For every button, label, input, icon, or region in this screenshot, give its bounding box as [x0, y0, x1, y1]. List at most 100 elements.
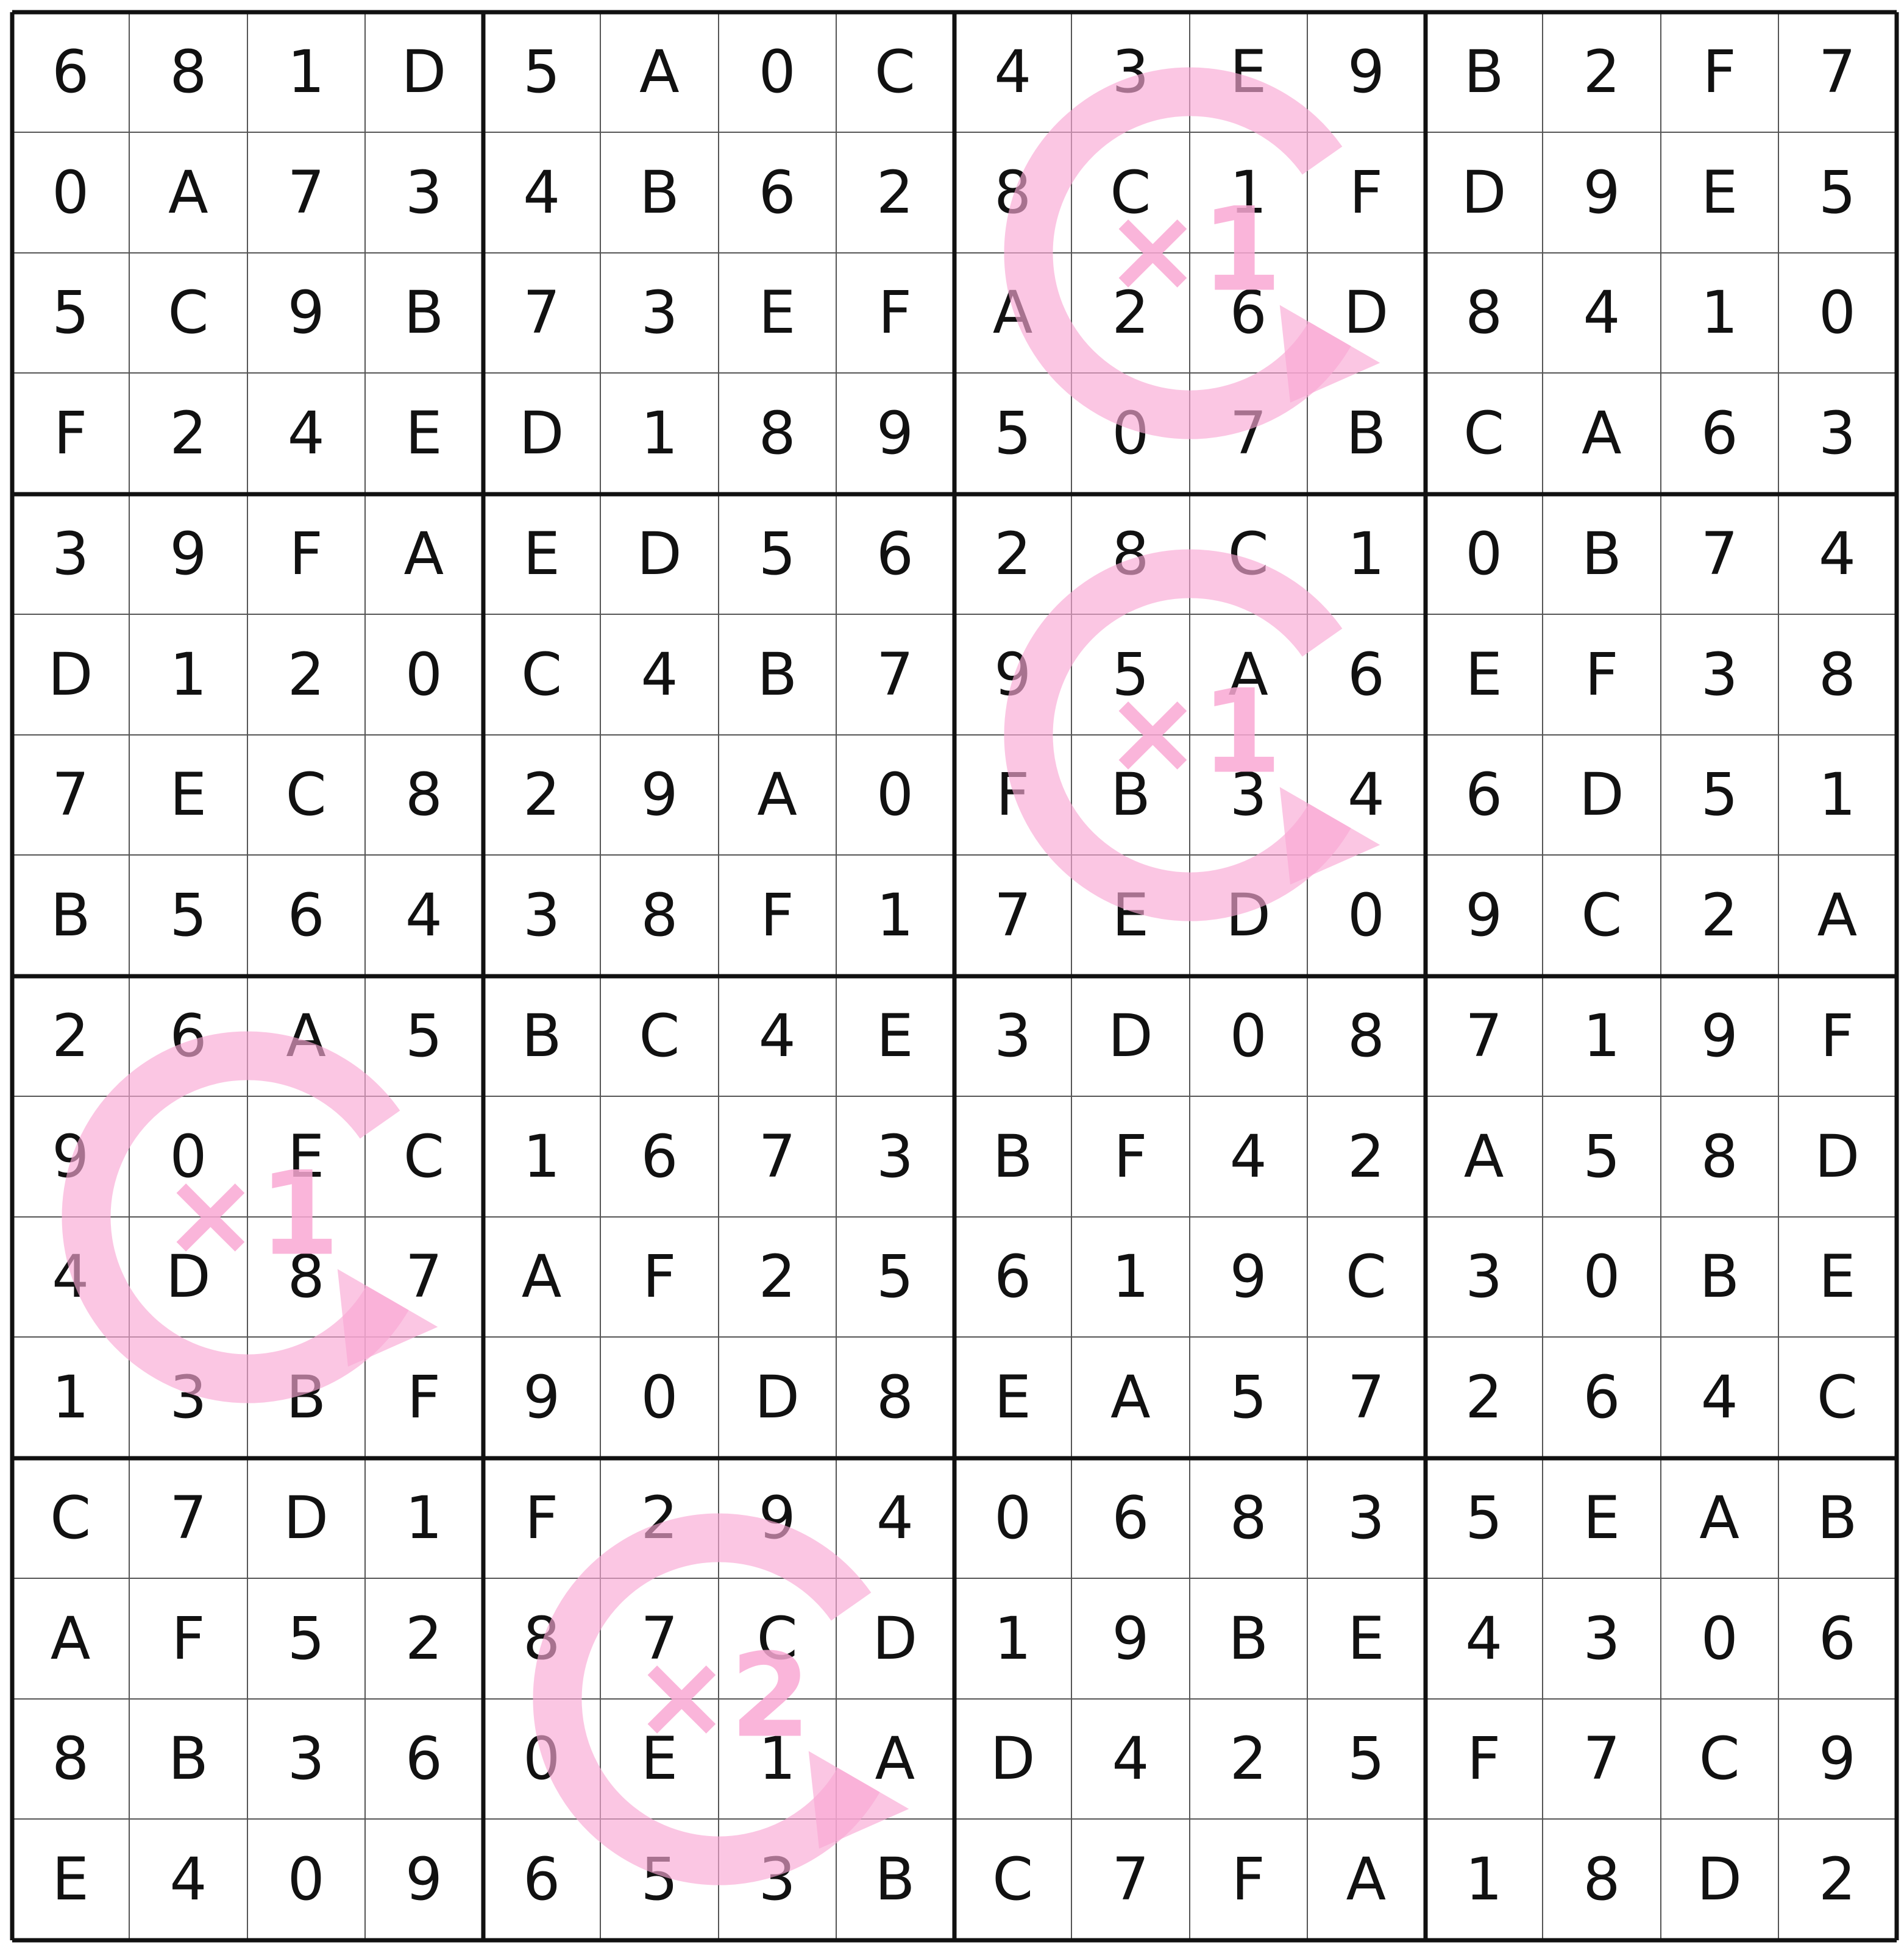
grid-cell[interactable]: 6: [601, 1096, 719, 1218]
grid-cell[interactable]: 6: [719, 132, 837, 254]
grid-cell[interactable]: C: [719, 1578, 837, 1700]
grid-cell[interactable]: 1: [483, 1096, 602, 1218]
grid-cell[interactable]: 6: [130, 976, 248, 1097]
grid-cell[interactable]: B: [719, 614, 837, 736]
grid-cell[interactable]: 9: [1778, 1699, 1897, 1820]
grid-cell[interactable]: 1: [365, 1458, 483, 1579]
grid-cell[interactable]: F: [836, 253, 954, 374]
grid-cell[interactable]: D: [1072, 976, 1190, 1097]
grid-cell[interactable]: B: [1307, 374, 1426, 494]
grid-cell[interactable]: D: [1778, 1096, 1897, 1218]
grid-cell[interactable]: 9: [954, 614, 1073, 736]
grid-cell[interactable]: A: [1190, 614, 1308, 736]
grid-cell[interactable]: A: [1778, 856, 1897, 976]
grid-cell[interactable]: 9: [719, 1458, 837, 1579]
grid-cell[interactable]: 6: [12, 12, 130, 133]
grid-cell[interactable]: 2: [836, 132, 954, 254]
grid-cell[interactable]: 3: [601, 253, 719, 374]
grid-cell[interactable]: F: [1661, 12, 1779, 133]
grid-cell[interactable]: 7: [1307, 1338, 1426, 1458]
grid-cell[interactable]: D: [601, 494, 719, 615]
grid-cell[interactable]: 5: [1190, 1338, 1308, 1458]
grid-cell[interactable]: 5: [1543, 1096, 1661, 1218]
grid-cell[interactable]: D: [483, 374, 602, 494]
grid-cell[interactable]: 0: [1778, 253, 1897, 374]
grid-cell[interactable]: 3: [483, 856, 602, 976]
grid-cell[interactable]: 1: [1661, 253, 1779, 374]
grid-cell[interactable]: B: [247, 1338, 366, 1458]
grid-cell[interactable]: A: [12, 1578, 130, 1700]
grid-cell[interactable]: D: [365, 12, 483, 133]
grid-cell[interactable]: 8: [719, 374, 837, 494]
grid-cell[interactable]: 8: [836, 1338, 954, 1458]
grid-cell[interactable]: 7: [1543, 1699, 1661, 1820]
grid-cell[interactable]: 9: [601, 735, 719, 856]
grid-cell[interactable]: 2: [1543, 12, 1661, 133]
grid-cell[interactable]: 9: [12, 1096, 130, 1218]
grid-cell[interactable]: 8: [1661, 1096, 1779, 1218]
grid-cell[interactable]: 2: [719, 1217, 837, 1338]
grid-cell[interactable]: 5: [1072, 614, 1190, 736]
grid-cell[interactable]: 2: [1072, 253, 1190, 374]
grid-cell[interactable]: 9: [247, 253, 366, 374]
grid-cell[interactable]: 9: [130, 494, 248, 615]
grid-cell[interactable]: F: [1072, 1096, 1190, 1218]
grid-cell[interactable]: D: [1190, 856, 1308, 976]
grid-cell[interactable]: 7: [247, 132, 366, 254]
grid-cell[interactable]: 7: [836, 614, 954, 736]
grid-cell[interactable]: 6: [1543, 1338, 1661, 1458]
grid-cell[interactable]: 6: [365, 1699, 483, 1820]
grid-cell[interactable]: 6: [1661, 374, 1779, 494]
grid-cell[interactable]: E: [836, 976, 954, 1097]
grid-cell[interactable]: C: [601, 976, 719, 1097]
grid-cell[interactable]: 3: [365, 132, 483, 254]
grid-cell[interactable]: 4: [1661, 1338, 1779, 1458]
grid-cell[interactable]: A: [1072, 1338, 1190, 1458]
grid-cell[interactable]: E: [247, 1096, 366, 1218]
grid-cell[interactable]: B: [1072, 735, 1190, 856]
grid-cell[interactable]: B: [12, 856, 130, 976]
grid-cell[interactable]: 5: [836, 1217, 954, 1338]
grid-cell[interactable]: A: [1426, 1096, 1544, 1218]
grid-cell[interactable]: 4: [483, 132, 602, 254]
grid-cell[interactable]: 2: [483, 735, 602, 856]
grid-cell[interactable]: 1: [601, 374, 719, 494]
grid-cell[interactable]: E: [130, 735, 248, 856]
grid-cell[interactable]: 4: [247, 374, 366, 494]
grid-cell[interactable]: 4: [1307, 735, 1426, 856]
grid-cell[interactable]: 7: [1778, 12, 1897, 133]
grid-cell[interactable]: 4: [365, 856, 483, 976]
grid-cell[interactable]: A: [954, 253, 1073, 374]
grid-cell[interactable]: D: [12, 614, 130, 736]
grid-cell[interactable]: 4: [1072, 1699, 1190, 1820]
grid-cell[interactable]: 7: [12, 735, 130, 856]
grid-cell[interactable]: 4: [719, 976, 837, 1097]
grid-cell[interactable]: 4: [1190, 1096, 1308, 1218]
grid-cell[interactable]: 0: [12, 132, 130, 254]
grid-cell[interactable]: E: [1190, 12, 1308, 133]
grid-cell[interactable]: C: [1661, 1699, 1779, 1820]
grid-cell[interactable]: B: [130, 1699, 248, 1820]
grid-cell[interactable]: 6: [1426, 735, 1544, 856]
grid-cell[interactable]: E: [1661, 132, 1779, 254]
grid-cell[interactable]: 4: [1426, 1578, 1544, 1700]
grid-cell[interactable]: 0: [1190, 976, 1308, 1097]
grid-cell[interactable]: 6: [247, 856, 366, 976]
grid-cell[interactable]: 3: [1072, 12, 1190, 133]
grid-cell[interactable]: 5: [483, 12, 602, 133]
grid-cell[interactable]: 1: [130, 614, 248, 736]
grid-cell[interactable]: 2: [1661, 856, 1779, 976]
grid-cell[interactable]: 4: [1543, 253, 1661, 374]
grid-cell[interactable]: 0: [247, 1820, 366, 1940]
grid-cell[interactable]: C: [1778, 1338, 1897, 1458]
grid-cell[interactable]: 7: [1661, 494, 1779, 615]
grid-cell[interactable]: 6: [1072, 1458, 1190, 1579]
grid-cell[interactable]: 7: [1072, 1820, 1190, 1940]
grid-cell[interactable]: 0: [601, 1338, 719, 1458]
grid-cell[interactable]: 2: [1190, 1699, 1308, 1820]
grid-cell[interactable]: 2: [12, 976, 130, 1097]
grid-cell[interactable]: 0: [483, 1699, 602, 1820]
grid-cell[interactable]: 9: [1072, 1578, 1190, 1700]
grid-cell[interactable]: A: [836, 1699, 954, 1820]
grid-cell[interactable]: 8: [1543, 1820, 1661, 1940]
